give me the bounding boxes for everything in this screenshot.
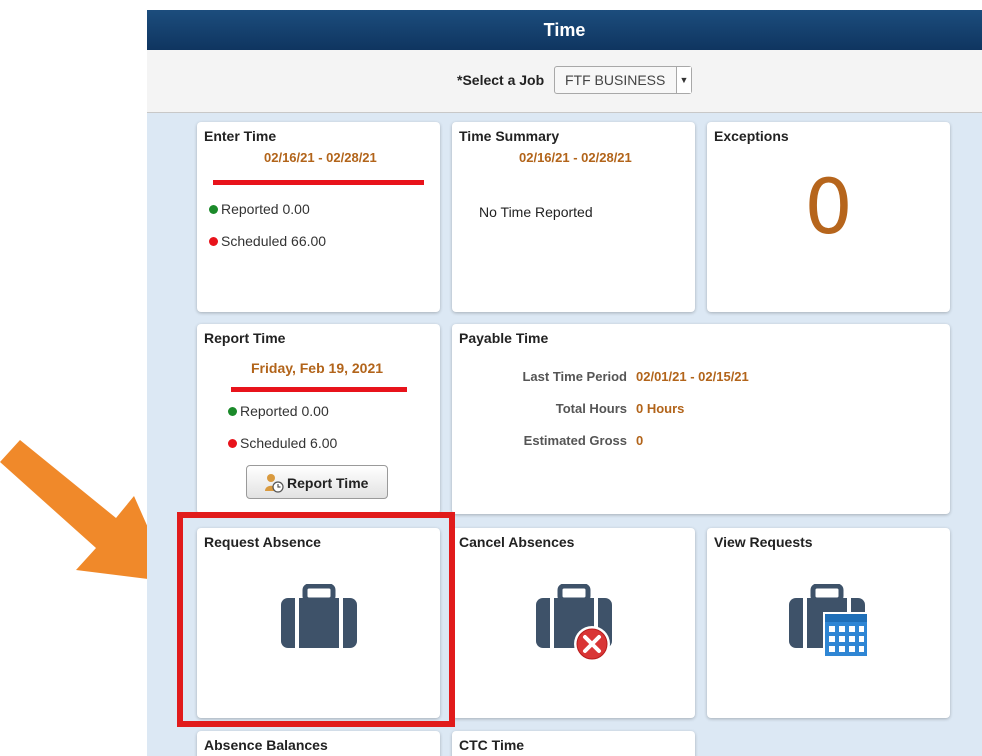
tile-cancel-absences[interactable]: Cancel Absences — [452, 528, 695, 718]
progress-bar — [213, 180, 424, 185]
report-time-button-label: Report Time — [287, 475, 369, 491]
period-dates: 02/16/21 - 02/28/21 — [519, 150, 632, 165]
page-title: Time — [147, 10, 982, 50]
period-dates: 02/16/21 - 02/28/21 — [264, 150, 377, 165]
red-dot-icon — [209, 237, 218, 246]
red-dot-icon — [228, 439, 237, 448]
no-time-message: No Time Reported — [479, 204, 593, 220]
tile-payable-time[interactable]: Payable Time Last Time Period 02/01/21 -… — [452, 324, 950, 514]
briefcase-calendar-icon — [789, 584, 869, 658]
tile-exceptions[interactable]: Exceptions 0 — [707, 122, 950, 312]
report-time-button[interactable]: Report Time — [246, 465, 388, 499]
reported-status: Reported 0.00 — [209, 201, 310, 217]
tile-title: CTC Time — [459, 737, 525, 753]
briefcase-cancel-icon — [536, 584, 612, 662]
green-dot-icon — [228, 407, 237, 416]
scheduled-text: Scheduled 66.00 — [221, 233, 327, 249]
green-dot-icon — [209, 205, 218, 214]
payable-label: Estimated Gross — [523, 433, 627, 448]
reported-text: Reported 0.00 — [240, 403, 329, 419]
payable-label: Total Hours — [555, 401, 627, 416]
scheduled-text: Scheduled 6.00 — [240, 435, 338, 451]
report-date: Friday, Feb 19, 2021 — [251, 360, 384, 376]
payable-value: 0 — [636, 433, 644, 448]
tile-report-time[interactable]: Report Time Friday, Feb 19, 2021 Reporte… — [197, 324, 440, 514]
job-selector-bar: *Select a Job FTF BUSINESS ▼ — [147, 50, 982, 113]
reported-status: Reported 0.00 — [228, 403, 329, 419]
scheduled-status: Scheduled 66.00 — [209, 233, 326, 249]
job-select-value: FTF BUSINESS — [565, 72, 666, 88]
tile-ctc-time[interactable]: CTC Time — [452, 731, 695, 756]
payable-label: Last Time Period — [522, 369, 627, 384]
tile-title: Time Summary — [459, 128, 560, 144]
reported-text: Reported 0.00 — [221, 201, 310, 217]
tile-title: Enter Time — [204, 128, 277, 144]
dropdown-arrow-icon[interactable]: ▼ — [676, 67, 691, 93]
progress-bar — [231, 387, 407, 392]
scheduled-status: Scheduled 6.00 — [228, 435, 337, 451]
job-select-label: *Select a Job — [457, 72, 545, 88]
tile-title: Absence Balances — [204, 737, 328, 753]
person-clock-icon — [265, 474, 284, 493]
tile-title: Payable Time — [459, 330, 549, 346]
tile-absence-balances[interactable]: Absence Balances — [197, 731, 440, 756]
job-select-dropdown[interactable]: FTF BUSINESS ▼ — [554, 66, 692, 94]
exceptions-count: 0 — [804, 162, 853, 251]
tile-title: Cancel Absences — [459, 534, 575, 550]
tile-title: Report Time — [204, 330, 286, 346]
tile-title: Exceptions — [714, 128, 789, 144]
tile-time-summary[interactable]: Time Summary 02/16/21 - 02/28/21 No Time… — [452, 122, 695, 312]
payable-value: 0 Hours — [636, 401, 685, 416]
tile-view-requests[interactable]: View Requests — [707, 528, 950, 718]
request-absence-highlight-box — [177, 512, 455, 727]
payable-value: 02/01/21 - 02/15/21 — [636, 369, 749, 384]
tile-enter-time[interactable]: Enter Time 02/16/21 - 02/28/21 Reported … — [197, 122, 440, 312]
tile-title: View Requests — [714, 534, 813, 550]
